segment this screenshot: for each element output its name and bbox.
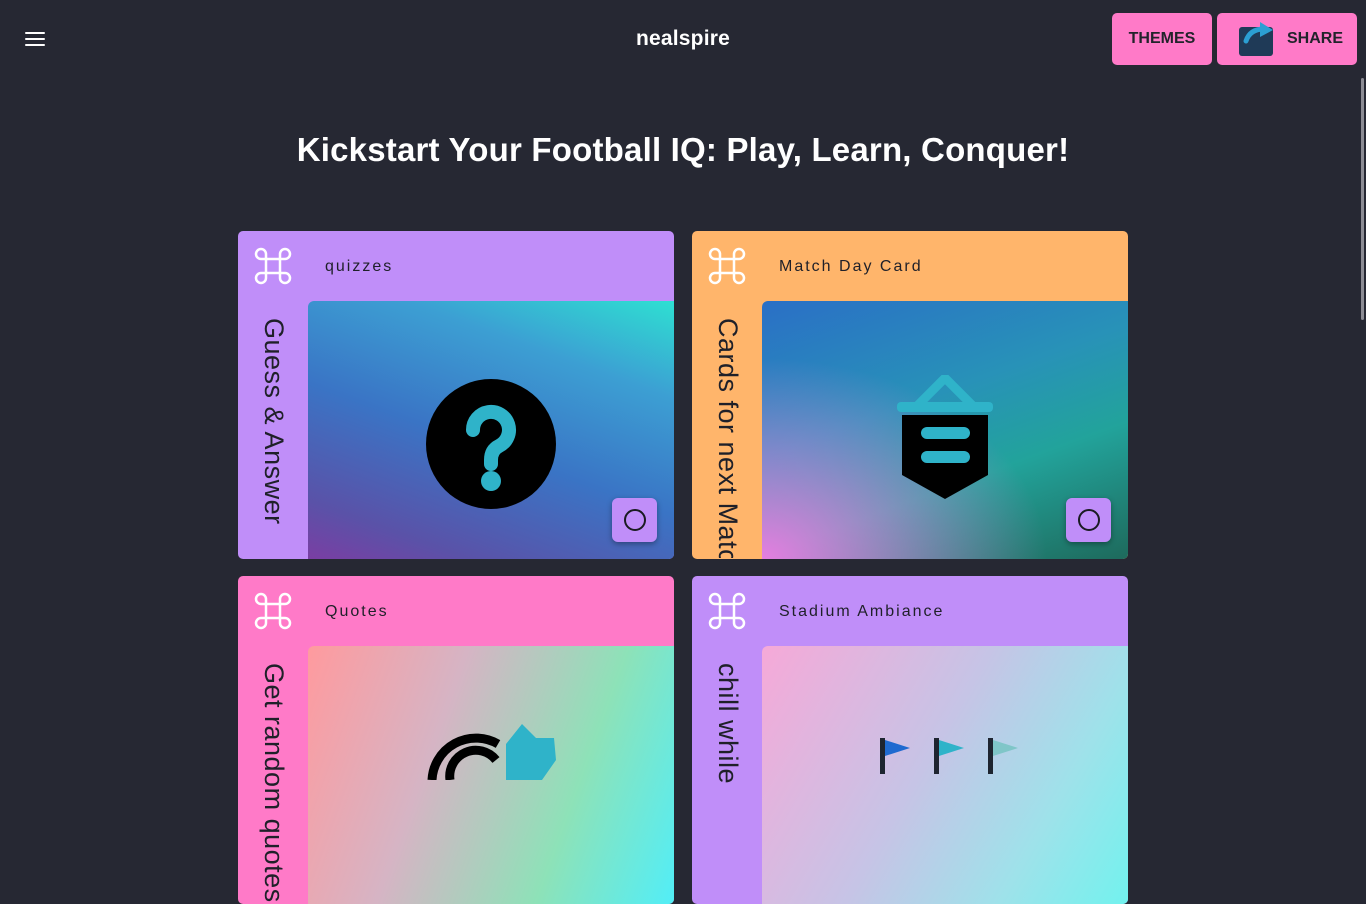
banner-icon — [897, 375, 993, 499]
circle-icon — [623, 509, 646, 531]
share-icon — [1239, 22, 1273, 56]
question-circle-icon — [426, 379, 556, 509]
card-match-day[interactable]: Match Day Card Cards for next Match — [692, 231, 1128, 559]
card-side-text: Get random quotes — [259, 663, 289, 903]
card-image-panel[interactable] — [308, 301, 674, 559]
card-image-panel[interactable] — [762, 301, 1128, 559]
card-category: Stadium Ambiance — [779, 603, 945, 620]
page-title: Kickstart Your Football IQ: Play, Learn,… — [296, 131, 1070, 168]
circle-icon — [1077, 509, 1100, 531]
command-icon — [708, 592, 746, 630]
share-button[interactable]: SHARE — [1217, 13, 1357, 65]
card-side-text: Cards for next Match — [713, 318, 743, 558]
card-category: Quotes — [325, 603, 389, 620]
themes-button[interactable]: THEMES — [1112, 13, 1212, 65]
card-action-button[interactable] — [612, 498, 657, 542]
share-button-label: SHARE — [1287, 30, 1344, 47]
card-action-button[interactable] — [1066, 498, 1111, 542]
themes-button-label: THEMES — [1128, 30, 1196, 47]
command-icon — [254, 592, 292, 630]
card-image-panel[interactable] — [308, 646, 674, 904]
scrollbar-thumb[interactable] — [1361, 78, 1364, 320]
top-bar: nealspire THEMES SHARE — [0, 0, 1366, 78]
card-category: quizzes — [325, 258, 394, 275]
card-quotes[interactable]: Quotes Get random quotes — [238, 576, 674, 904]
card-category: Match Day Card — [779, 258, 923, 275]
quote-icon — [427, 724, 556, 780]
card-stadium-ambiance[interactable]: Stadium Ambiance chill while — [692, 576, 1128, 904]
card-quizzes[interactable]: quizzes Guess & Answer — [238, 231, 674, 559]
flags-icon — [880, 738, 1018, 774]
card-image-panel[interactable] — [762, 646, 1128, 904]
command-icon — [254, 247, 292, 285]
card-side-text: Guess & Answer — [259, 318, 289, 525]
card-side-text: chill while — [713, 663, 743, 785]
command-icon — [708, 247, 746, 285]
